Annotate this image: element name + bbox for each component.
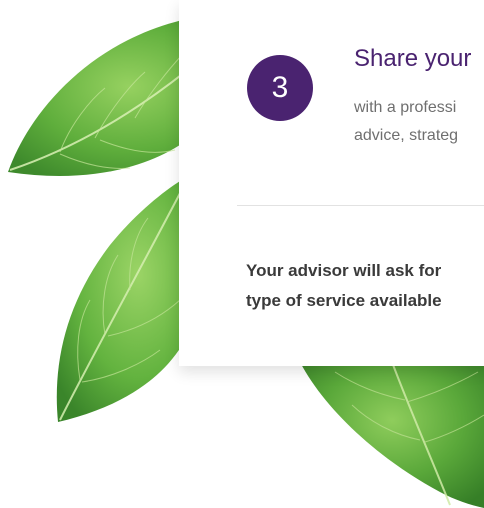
step-card: 3 Share your with a professi advice, str… [179,0,484,366]
lower-right-leaf [300,361,484,508]
step-title: Share your [354,45,472,72]
step-description-line-2: advice, strateg [354,127,459,144]
divider [237,205,484,206]
step-description: with a professi advice, strateg [354,94,458,150]
advisor-note: Your advisor will ask for type of servic… [246,256,442,316]
advisor-note-line-2: type of service available [246,291,442,310]
advisor-note-line-1: Your advisor will ask for [246,261,442,280]
step-number-badge: 3 [247,55,313,121]
step-description-line-1: with a professi [354,99,457,116]
